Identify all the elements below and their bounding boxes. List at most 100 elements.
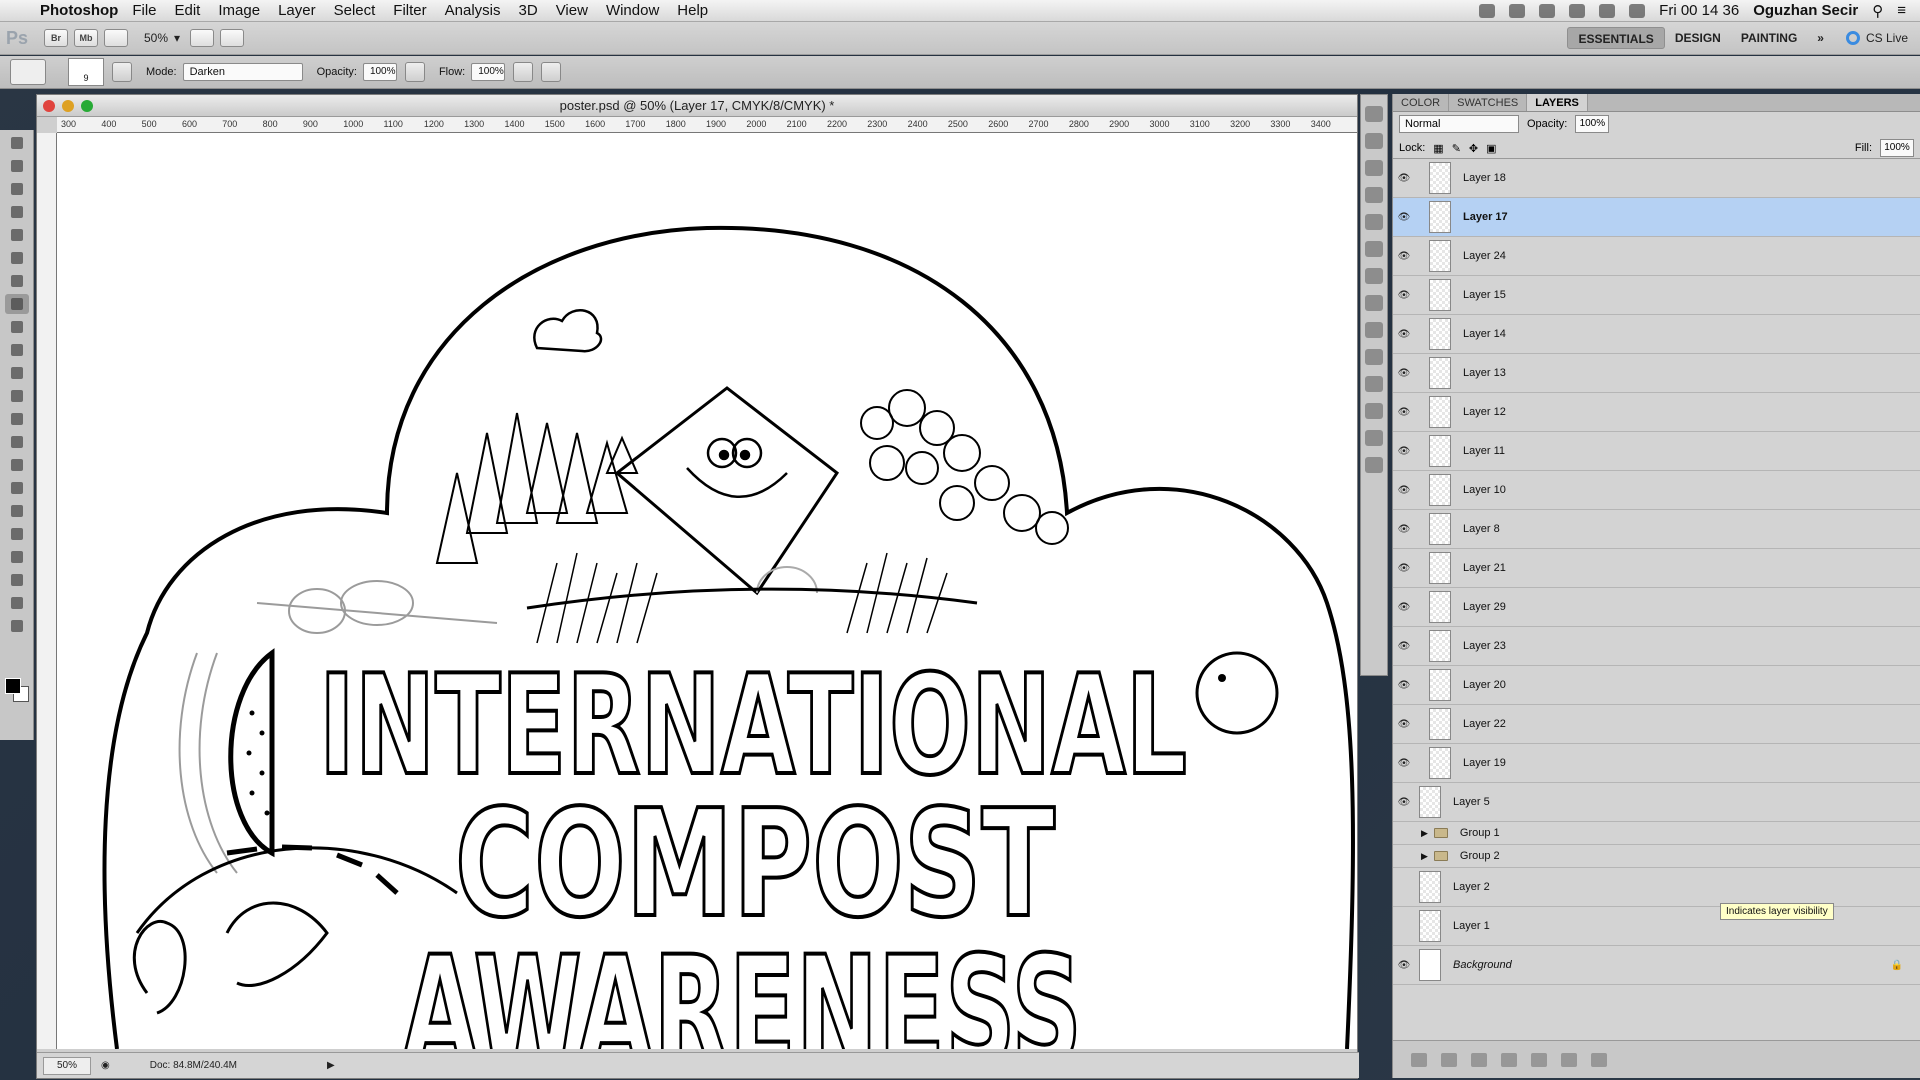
layer-thumbnail[interactable] [1419,786,1441,818]
eye-visibility-icon[interactable]: 👁 [1393,485,1415,496]
layer-thumbnail[interactable] [1419,871,1441,903]
layer-thumbnail[interactable] [1429,435,1451,467]
brush-panel-toggle-icon[interactable] [112,62,132,82]
status-zoom-input[interactable]: 50% [43,1056,91,1075]
menu-select[interactable]: Select [334,2,376,19]
history-panel-icon[interactable] [1365,133,1383,149]
layer-thumbnail[interactable] [1429,513,1451,545]
3d-orbit-tool-icon[interactable] [5,570,29,590]
blur-tool-icon[interactable] [5,409,29,429]
workspace-design[interactable]: DESIGN [1665,27,1731,49]
layer-thumbnail[interactable] [1429,630,1451,662]
layer-name[interactable]: Layer 11 [1463,445,1505,457]
brush-panel-icon[interactable] [1365,295,1383,311]
zoom-level-select[interactable]: 50% ▾ [144,31,180,45]
eye-visibility-icon[interactable]: 👁 [1393,797,1415,808]
layer-name[interactable]: Layer 10 [1463,484,1506,496]
layer-name[interactable]: Layer 29 [1463,601,1506,613]
layer-row[interactable]: 👁 Background 🔒 [1393,946,1920,985]
eye-visibility-icon[interactable]: 👁 [1393,446,1415,457]
eraser-tool-icon[interactable] [5,363,29,383]
status-info-icon[interactable]: ◉ [101,1060,110,1071]
layer-name[interactable]: Layer 1 [1453,920,1490,932]
menu-3d[interactable]: 3D [519,2,538,19]
layer-name[interactable]: Layer 2 [1453,881,1490,893]
paths-panel-icon[interactable] [1365,376,1383,392]
document-titlebar[interactable]: poster.psd @ 50% (Layer 17, CMYK/8/CMYK)… [37,95,1357,117]
mode-select[interactable]: Darken [182,63,303,81]
flow-input[interactable]: 100% [471,63,506,81]
layer-name[interactable]: Background [1453,959,1512,971]
layer-name[interactable]: Layer 8 [1463,523,1500,535]
eye-visibility-icon[interactable]: 👁 [1393,758,1415,769]
layer-thumbnail[interactable] [1429,396,1451,428]
eye-visibility-icon[interactable]: 👁 [1393,368,1415,379]
add-mask-icon[interactable] [1471,1052,1487,1067]
eye-visibility-icon[interactable]: 👁 [1393,329,1415,340]
layer-name[interactable]: Group 2 [1460,850,1500,862]
info-panel-icon[interactable] [1365,241,1383,257]
lasso-tool-icon[interactable] [5,179,29,199]
zoom-window-button[interactable] [81,100,93,112]
eye-visibility-icon[interactable]: 👁 [1393,851,1415,862]
delete-layer-icon[interactable] [1591,1052,1607,1067]
menu-view[interactable]: View [556,2,588,19]
paint-bucket-tool-icon[interactable] [5,386,29,406]
eye-visibility-icon[interactable]: 👁 [1393,251,1415,262]
horizontal-ruler[interactable]: 300 400 500 600 700 800 900 1000 1100 1200 1300 140… [57,117,1357,133]
move-tool-icon[interactable] [5,133,29,153]
workspace-essentials[interactable]: ESSENTIALS [1567,27,1665,49]
paragraph-panel-icon[interactable] [1365,457,1383,473]
styles-panel-icon[interactable] [1365,403,1383,419]
actions-panel-icon[interactable] [1365,160,1383,176]
layer-name[interactable]: Layer 21 [1463,562,1506,574]
expand-group-icon[interactable]: ▶ [1421,828,1428,839]
layer-row[interactable]: 👁 Layer 21 [1393,549,1920,588]
layer-group-row[interactable]: 👁 ▶ Group 1 [1393,822,1920,845]
workspace-painting[interactable]: PAINTING [1731,27,1807,49]
healing-brush-tool-icon[interactable] [5,271,29,291]
layer-thumbnail[interactable] [1429,279,1451,311]
layer-thumbnail[interactable] [1429,357,1451,389]
layer-row[interactable]: 👁 Layer 12 [1393,393,1920,432]
layer-thumbnail[interactable] [1429,201,1451,233]
dropbox-icon[interactable] [1479,3,1496,18]
time-machine-icon[interactable] [1539,3,1556,18]
layer-thumbnail[interactable] [1429,240,1451,272]
lock-pixels-icon[interactable]: ✎ [1452,142,1461,155]
menubar-clock[interactable]: Fri 00 14 36 [1659,2,1739,19]
lock-all-icon[interactable]: ▣ [1486,142,1496,155]
pressure-opacity-icon[interactable] [404,62,425,82]
canvas[interactable]: INTERNATIONAL COMPOST AWARENESS [57,133,1357,1049]
wifi-icon[interactable] [1599,3,1616,18]
spotlight-icon[interactable]: ⚲ [1872,2,1883,20]
menu-window[interactable]: Window [606,2,659,19]
view-extras-button[interactable] [104,29,128,47]
layer-row[interactable]: 👁 Layer 19 [1393,744,1920,783]
clone-stamp-tool-icon[interactable] [5,317,29,337]
eye-visibility-icon[interactable]: 👁 [1393,882,1415,893]
menu-analysis[interactable]: Analysis [445,2,501,19]
dodge-tool-icon[interactable] [5,432,29,452]
layer-thumbnail[interactable] [1429,474,1451,506]
layer-row[interactable]: 👁 Layer 11 [1393,432,1920,471]
adjustment-layer-icon[interactable] [1501,1052,1517,1067]
menubar-user[interactable]: Oguzhan Secir [1753,2,1858,19]
launch-minibridge-button[interactable]: Mb [74,29,98,47]
menu-file[interactable]: File [132,2,156,19]
layer-name[interactable]: Layer 12 [1463,406,1506,418]
tool-preset-picker[interactable] [10,59,46,85]
brush-tool-icon[interactable] [5,294,29,314]
character-panel-icon[interactable] [1365,430,1383,446]
layer-name[interactable]: Layer 13 [1463,367,1506,379]
layer-name[interactable]: Layer 17 [1463,211,1508,223]
layer-thumbnail[interactable] [1429,591,1451,623]
layer-thumbnail[interactable] [1429,708,1451,740]
minibridge-panel-icon[interactable] [1365,106,1383,122]
layer-style-icon[interactable] [1441,1052,1457,1067]
layer-row[interactable]: 👁 Layer 17 [1393,198,1920,237]
history-brush-tool-icon[interactable] [5,340,29,360]
layer-row[interactable]: 👁 Layer 13 [1393,354,1920,393]
status-doc-size[interactable]: Doc: 84.8M/240.4M [150,1060,237,1071]
layer-thumbnail[interactable] [1419,910,1441,942]
